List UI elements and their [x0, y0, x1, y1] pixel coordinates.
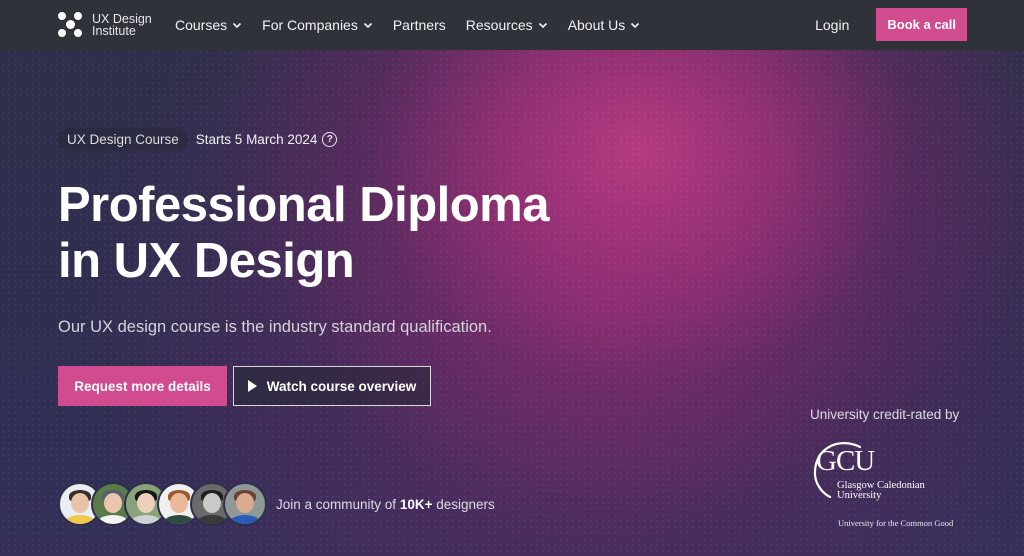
- start-date: Starts 5 March 2024 ?: [196, 132, 338, 147]
- course-pill: UX Design Course: [58, 128, 188, 151]
- logo-dots-icon: [58, 12, 84, 38]
- cta-row: Request more details Watch course overvi…: [58, 366, 431, 406]
- community-count: 10K+: [399, 496, 433, 512]
- play-icon: [247, 380, 257, 392]
- watch-overview-label: Watch course overview: [266, 378, 417, 394]
- nav-actions: Login Book a call: [815, 8, 967, 41]
- chevron-down-icon: [363, 22, 372, 29]
- community-suffix: designers: [432, 496, 495, 512]
- top-navbar: UX Design Institute Courses For Companie…: [0, 0, 1024, 50]
- main-nav: Courses For Companies Partners Resources…: [175, 0, 660, 50]
- course-meta: UX Design Course Starts 5 March 2024 ?: [58, 128, 338, 151]
- watch-overview-button[interactable]: Watch course overview: [233, 366, 431, 406]
- nav-item-resources[interactable]: Resources: [466, 17, 548, 33]
- logo-text: UX Design Institute: [92, 13, 152, 38]
- nav-item-for-companies[interactable]: For Companies: [262, 17, 373, 33]
- hero-subtitle: Our UX design course is the industry sta…: [58, 318, 492, 336]
- accreditation-label: University credit-rated by: [810, 407, 960, 422]
- nav-item-label: Partners: [392, 17, 446, 33]
- chevron-down-icon: [538, 22, 547, 29]
- gcu-logo[interactable]: GCU Glasgow Caledonian University Univer…: [808, 435, 978, 530]
- book-a-call-button[interactable]: Book a call: [876, 8, 967, 41]
- gcu-university-name: Glasgow Caledonian University: [837, 480, 925, 501]
- title-line-2: in UX Design: [58, 234, 355, 288]
- avatar: [223, 482, 267, 526]
- community-text: Join a community of 10K+ designers: [276, 497, 495, 512]
- nav-item-label: For Companies: [262, 17, 358, 33]
- nav-item-label: Resources: [465, 17, 533, 33]
- nav-item-about-us[interactable]: About Us: [568, 17, 641, 33]
- nav-item-partners[interactable]: Partners: [393, 17, 446, 33]
- avatar-group: [58, 482, 267, 526]
- page-title: Professional Diploma in UX Design: [58, 177, 658, 289]
- community-prefix: Join a community of: [276, 496, 400, 512]
- login-link[interactable]: Login: [815, 17, 849, 33]
- ux-design-institute-logo[interactable]: UX Design Institute: [58, 12, 152, 38]
- nav-item-label: Courses: [175, 17, 228, 33]
- chevron-down-icon: [233, 22, 242, 29]
- gcu-logo-text: GCU: [816, 445, 875, 477]
- gcu-name-line-2: University: [837, 490, 882, 501]
- chevron-down-icon: [631, 22, 640, 29]
- community-row: Join a community of 10K+ designers: [58, 482, 495, 526]
- question-circle-icon[interactable]: ?: [322, 132, 338, 147]
- gcu-tagline: University for the Common Good: [838, 518, 954, 528]
- nav-item-label: About Us: [567, 17, 626, 33]
- nav-item-courses[interactable]: Courses: [175, 17, 242, 33]
- title-line-1: Professional Diploma: [58, 178, 550, 232]
- logo-line-2: Institute: [92, 24, 136, 38]
- start-date-text: Starts 5 March 2024: [195, 132, 318, 147]
- request-details-button[interactable]: Request more details: [58, 366, 227, 406]
- hero-section: UX Design Course Starts 5 March 2024 ? P…: [0, 50, 1024, 556]
